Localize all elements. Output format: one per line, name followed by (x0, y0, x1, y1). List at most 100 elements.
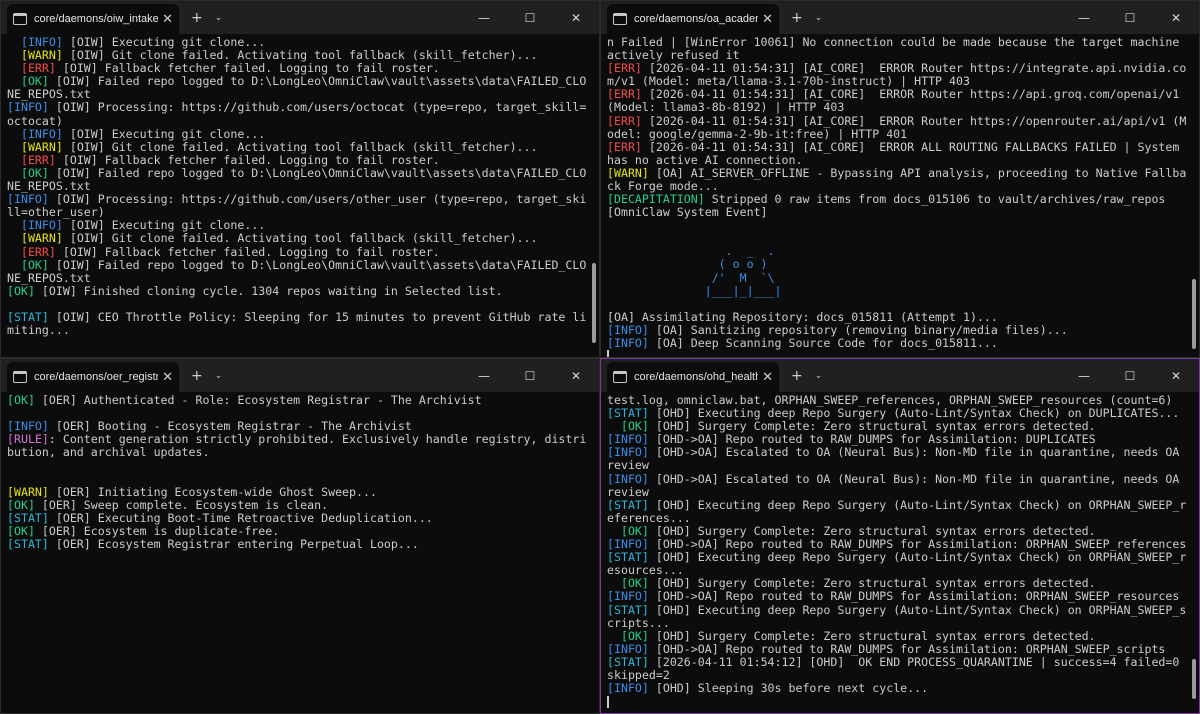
log-level-tag: [INFO] (607, 335, 649, 350)
terminal-window-oer[interactable]: core/daemons/oer_registry.py ✕ + ⌄ — ☐ ✕… (0, 358, 600, 714)
scrollbar-thumb[interactable] (592, 263, 596, 343)
log-message: test.log, omniclaw.bat, ORPHAN_SWEEP_ref… (607, 393, 1173, 407)
terminal-window-oa[interactable]: core/daemons/oa_academy.py ✕ + ⌄ — ☐ ✕ n… (600, 0, 1200, 358)
log-level-tag: [WARN] (20, 231, 63, 246)
chevron-down-icon[interactable]: ⌄ (815, 13, 823, 23)
plus-icon[interactable]: + (791, 10, 803, 26)
log-message: [2026-04-11 01:54:31] [AI_CORE] ERROR AL… (607, 139, 1187, 167)
log-message: [OHD->OA] Repo routed to RAW_DUMPS for A… (648, 589, 1180, 604)
log-level-tag: [INFO] (607, 537, 649, 552)
log-message: [OA] Assimilating Repository: docs_01581… (607, 309, 998, 324)
log-message: [OER] Executing Boot-Time Retroactive De… (48, 510, 433, 525)
log-message: [OIW] Fallback fetcher failed. Logging t… (55, 152, 440, 167)
log-level-tag: [INFO] (607, 432, 649, 447)
title-bar[interactable]: core/daemons/oa_academy.py ✕ + ⌄ — ☐ ✕ (601, 1, 1199, 34)
log-level-tag: [INFO] (607, 471, 649, 486)
log-message: [OHD] Executing deep Repo Surgery (Auto-… (607, 602, 1187, 630)
log-level-tag: [INFO] (607, 589, 649, 604)
log-line: [INFO] [OHD->OA] Escalated to OA (Neural… (607, 446, 1187, 472)
log-line: [WARN] [OA] AI_SERVER_OFFLINE - Bypassin… (607, 165, 1187, 194)
log-level-tag: [OK] (20, 165, 49, 180)
close-icon[interactable]: ✕ (762, 12, 773, 27)
scrollbar-thumb[interactable] (1192, 279, 1196, 349)
close-icon[interactable]: ✕ (162, 12, 173, 27)
terminal-output[interactable]: n Failed | [WinError 10061] No connectio… (601, 34, 1187, 357)
log-message: [OHD] Surgery Complete: Zero structural … (648, 523, 1096, 538)
minimize-icon[interactable]: — (461, 1, 507, 34)
log-line: [INFO] [OA] Deep Scanning Source Code fo… (607, 335, 1187, 350)
window-close-icon[interactable]: ✕ (1153, 359, 1199, 392)
log-level-tag: [OK] (7, 523, 35, 538)
terminal-output[interactable]: [INFO] [OIW] Executing git clone... [WAR… (1, 34, 587, 357)
tab-oiw-intake[interactable]: core/daemons/oiw_intake.py ✕ (7, 4, 179, 34)
log-message: [OmniClaw System Event] (607, 205, 768, 220)
log-level-tag: [ERR] (607, 87, 642, 102)
close-icon[interactable]: ✕ (162, 370, 173, 385)
plus-icon[interactable]: + (191, 368, 203, 384)
title-bar[interactable]: core/daemons/oiw_intake.py ✕ + ⌄ — ☐ ✕ (1, 1, 599, 34)
log-level-tag: [STAT] (607, 497, 649, 512)
tab-oer-registry[interactable]: core/daemons/oer_registry.py ✕ (7, 362, 179, 392)
log-level-tag: [INFO] (20, 35, 63, 49)
window-close-icon[interactable]: ✕ (553, 359, 599, 392)
log-line: [STAT] [OER] Ecosystem Registrar enterin… (7, 537, 587, 552)
log-line: [STAT] [OIW] CEO Throttle Policy: Sleepi… (7, 310, 587, 337)
log-message: [OIW] Finished cloning cycle. 1304 repos… (34, 283, 503, 298)
log-message: [2026-04-11 01:54:31] [AI_CORE] ERROR Ro… (607, 113, 1187, 141)
chevron-down-icon[interactable]: ⌄ (215, 371, 223, 381)
maximize-icon[interactable]: ☐ (507, 1, 553, 34)
log-level-tag: [DECAPITATION] (607, 192, 705, 207)
log-message: [OHD] Sleeping 30s before next cycle... (648, 681, 929, 696)
log-line: [INFO] [OIW] Processing: https://github.… (7, 193, 587, 219)
log-line: [OmniClaw System Event] (607, 206, 1187, 219)
log-level-tag: [OK] (20, 257, 49, 272)
terminal-icon (613, 371, 627, 383)
maximize-icon[interactable]: ☐ (1107, 1, 1153, 34)
log-level-tag: [INFO] (20, 218, 63, 233)
minimize-icon[interactable]: — (1061, 359, 1107, 392)
log-message: [OIW] Git clone failed. Activating tool … (62, 48, 538, 63)
log-message: [OER] Ecosystem is duplicate-free. (34, 523, 280, 538)
log-message: [OA] AI_SERVER_OFFLINE - Bypassing API a… (607, 165, 1187, 194)
log-level-tag: [INFO] (7, 419, 49, 434)
window-close-icon[interactable]: ✕ (1153, 1, 1199, 34)
log-message: [OER] Initiating Ecosystem-wide Ghost Sw… (48, 484, 377, 499)
log-message: [OER] Ecosystem Registrar entering Perpe… (48, 537, 419, 552)
log-message: [OHD] Executing deep Repo Surgery (Auto-… (607, 550, 1187, 578)
log-message: [OHD->OA] Escalated to OA (Neural Bus): … (607, 445, 1187, 473)
log-level-tag: [STAT] (607, 406, 649, 421)
title-bar[interactable]: core/daemons/oer_registry.py ✕ + ⌄ — ☐ ✕ (1, 359, 599, 392)
terminal-window-oiw[interactable]: core/daemons/oiw_intake.py ✕ + ⌄ — ☐ ✕ [… (0, 0, 600, 358)
terminal-output[interactable]: [OK] [OER] Authenticated - Role: Ecosyst… (1, 392, 587, 713)
log-level-tag: [ERR] (20, 152, 56, 167)
minimize-icon[interactable]: — (1061, 1, 1107, 34)
tab-oa-academy[interactable]: core/daemons/oa_academy.py ✕ (607, 4, 779, 34)
tab-ohd-health[interactable]: core/daemons/ohd_health.py ✕ (607, 362, 779, 392)
log-level-tag: [WARN] (7, 484, 49, 499)
log-level-tag: [WARN] (20, 139, 63, 154)
log-level-tag: [ERR] (20, 61, 56, 76)
log-line: [OK] [OIW] Finished cloning cycle. 1304 … (7, 283, 587, 298)
log-level-tag: [OK] (7, 283, 35, 298)
log-line: [OK] [OIW] Failed repo logged to D:\Long… (7, 75, 587, 101)
log-message: [OHD] Surgery Complete: Zero structural … (648, 628, 1096, 643)
minimize-icon[interactable]: — (461, 359, 507, 392)
plus-icon[interactable]: + (791, 368, 803, 384)
log-message: [OER] Booting - Ecosystem Registrar - Th… (48, 419, 412, 434)
log-message: [2026-04-11 01:54:31] [AI_CORE] ERROR Ro… (607, 87, 1187, 115)
terminal-window-ohd[interactable]: core/daemons/ohd_health.py ✕ + ⌄ — ☐ ✕ t… (600, 358, 1200, 714)
plus-icon[interactable]: + (191, 10, 203, 26)
window-close-icon[interactable]: ✕ (553, 1, 599, 34)
scrollbar-thumb[interactable] (1192, 659, 1196, 699)
log-level-tag: [ERR] (607, 61, 642, 76)
chevron-down-icon[interactable]: ⌄ (815, 371, 823, 381)
maximize-icon[interactable]: ☐ (507, 359, 553, 392)
log-level-tag: [WARN] (20, 48, 63, 63)
chevron-down-icon[interactable]: ⌄ (215, 13, 223, 23)
tab-title: core/daemons/oiw_intake.py (34, 13, 158, 25)
title-bar[interactable]: core/daemons/ohd_health.py ✕ + ⌄ — ☐ ✕ (601, 359, 1199, 392)
log-level-tag: [STAT] (607, 550, 649, 565)
terminal-output[interactable]: test.log, omniclaw.bat, ORPHAN_SWEEP_ref… (601, 392, 1187, 713)
close-icon[interactable]: ✕ (762, 370, 773, 385)
maximize-icon[interactable]: ☐ (1107, 359, 1153, 392)
